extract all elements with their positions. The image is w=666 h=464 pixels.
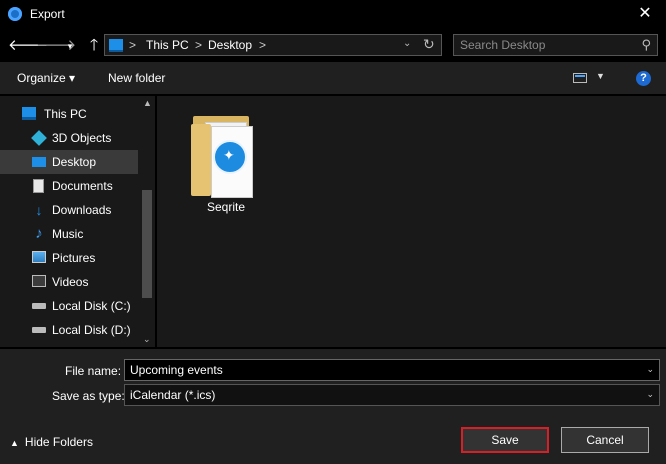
sidebar-item-desktop[interactable]: Desktop	[0, 150, 138, 174]
new-folder-button[interactable]: New folder	[108, 71, 165, 85]
desktop-icon	[32, 157, 46, 167]
sidebar-item-label: 3D Objects	[52, 131, 112, 145]
address-bar[interactable]: > This PC > Desktop > ⌄ ↻	[104, 34, 442, 56]
file-name-label: File name:	[65, 364, 122, 378]
toolbar: Organize ▾ New folder ▼ ?	[0, 62, 666, 94]
drive-icon	[32, 303, 46, 309]
file-name-value[interactable]: Upcoming events	[130, 363, 223, 377]
navigation-pane: This PC 3D Objects Desktop Documents ↓ D…	[0, 96, 155, 347]
sidebar-item-3d-objects[interactable]: 3D Objects	[0, 126, 138, 150]
path-separator[interactable]: >	[259, 38, 266, 52]
save-as-type-select[interactable]: iCalendar (*.ics) ⌄	[124, 384, 660, 406]
sidebar-item-music[interactable]: ♪ Music	[0, 222, 138, 246]
sidebar-item-label: Documents	[52, 179, 113, 193]
folder-front	[191, 124, 211, 196]
pc-icon	[109, 39, 123, 52]
sidebar-item-videos[interactable]: Videos	[0, 270, 138, 294]
sidebar-item-label: Downloads	[52, 203, 112, 217]
sidebar-item-label: Desktop	[52, 155, 97, 169]
music-icon: ♪	[35, 225, 43, 242]
videos-icon	[32, 275, 46, 287]
sidebar-item-label: Local Disk (D:)	[52, 323, 131, 337]
help-icon[interactable]: ?	[636, 71, 651, 86]
title-bar: Export ✕	[0, 0, 666, 30]
chevron-down-icon[interactable]: ⌄	[646, 389, 654, 400]
breadcrumb-desktop[interactable]: Desktop	[208, 38, 252, 52]
scroll-up-icon[interactable]: ▲	[143, 98, 152, 108]
save-as-type-value[interactable]: iCalendar (*.ics)	[130, 388, 215, 402]
pictures-icon	[32, 251, 46, 263]
sidebar-item-label: Pictures	[52, 251, 96, 265]
search-box[interactable]: ⚲	[453, 34, 658, 56]
folder-item-seqrite[interactable]: Seqrite	[191, 110, 261, 214]
hide-folders-button[interactable]: ▲ Hide Folders	[10, 435, 93, 449]
sidebar-item-local-disk-c[interactable]: Local Disk (C:)	[0, 294, 138, 318]
recent-locations-button[interactable]: ▾	[64, 36, 76, 56]
save-button[interactable]: Save	[461, 427, 549, 453]
close-button[interactable]: ✕	[630, 3, 660, 25]
download-icon: ↓	[35, 202, 43, 218]
save-as-type-label: Save as type:	[52, 389, 125, 403]
view-dropdown-icon[interactable]: ▼	[596, 71, 605, 81]
cancel-button[interactable]: Cancel	[561, 427, 649, 453]
scrollbar-thumb[interactable]	[142, 190, 152, 298]
scroll-down-icon[interactable]: ⌄	[143, 334, 151, 345]
address-dropdown-icon[interactable]: ⌄	[403, 38, 411, 49]
sidebar-item-label: This PC	[44, 107, 87, 121]
file-name-field[interactable]: Upcoming events ⌄	[124, 359, 660, 381]
drive-icon	[32, 327, 46, 333]
chevron-up-icon: ▲	[10, 438, 19, 448]
view-options-icon[interactable]	[573, 73, 587, 83]
path-separator[interactable]: >	[129, 38, 136, 52]
forward-button[interactable]: 🡒	[36, 36, 76, 56]
documents-icon	[33, 179, 44, 193]
back-button[interactable]: 🡐	[8, 36, 48, 56]
cube-icon	[31, 130, 47, 146]
sidebar-item-label: Local Disk (C:)	[52, 299, 131, 313]
sidebar-item-local-disk-d[interactable]: Local Disk (D:)	[0, 318, 138, 342]
folder-label: Seqrite	[206, 200, 246, 214]
window-title: Export	[30, 7, 65, 21]
search-input[interactable]	[460, 37, 630, 53]
path-separator[interactable]: >	[195, 38, 202, 52]
sidebar-item-pictures[interactable]: Pictures	[0, 246, 138, 270]
app-icon	[8, 7, 22, 21]
search-icon[interactable]: ⚲	[641, 37, 651, 53]
breadcrumb-this-pc[interactable]: This PC	[146, 38, 189, 52]
pc-icon	[22, 107, 36, 120]
sidebar-item-label: Music	[52, 227, 84, 241]
sidebar-item-this-pc[interactable]: This PC	[0, 102, 138, 126]
organize-button[interactable]: Organize ▾	[17, 71, 75, 85]
chevron-down-icon[interactable]: ⌄	[646, 364, 654, 375]
hide-folders-label: Hide Folders	[24, 435, 93, 449]
refresh-icon[interactable]: ↻	[423, 36, 435, 53]
up-button[interactable]: 🡑	[84, 36, 104, 56]
seqrite-logo-icon	[213, 140, 247, 174]
sidebar-item-label: Videos	[52, 275, 89, 289]
sidebar-item-downloads[interactable]: ↓ Downloads	[0, 198, 138, 222]
sidebar-item-documents[interactable]: Documents	[0, 174, 138, 198]
